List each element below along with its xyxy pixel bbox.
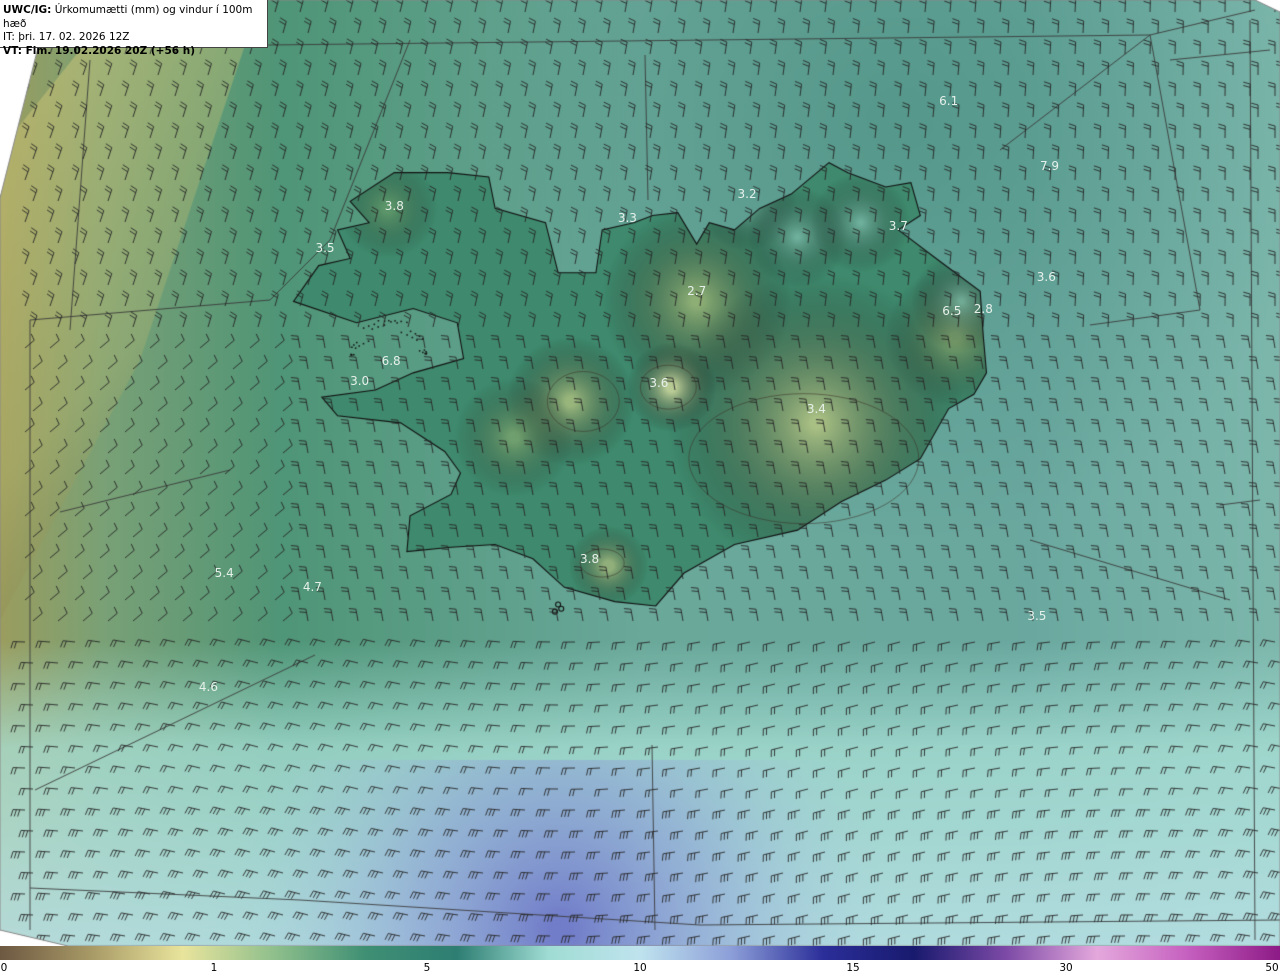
value-label: 4.7 <box>302 580 322 595</box>
value-label: 3.5 <box>1027 608 1047 623</box>
colorbar-legend: 0 1 5 10 15 30 50 <box>0 946 1280 978</box>
colorbar-gradient <box>0 946 1280 960</box>
value-label: 3.8 <box>580 551 600 566</box>
value-label: 3.2 <box>737 187 757 202</box>
value-label: 3.8 <box>384 198 404 213</box>
colorbar-tick-label: 30 <box>1059 962 1073 974</box>
value-label: 3.6 <box>649 375 669 390</box>
value-label: 6.5 <box>942 304 962 319</box>
value-label: 4.6 <box>198 680 218 695</box>
value-label: 3.7 <box>888 218 908 233</box>
colorbar-tick-label: 10 <box>633 962 647 974</box>
precipitation-wind-map <box>0 0 1280 946</box>
forecast-info-box: UWC/IG: Úrkomumætti (mm) og vindur í 100… <box>0 0 268 57</box>
value-label: 2.8 <box>973 301 993 316</box>
init-time: IT: þri. 17. 02. 2026 12Z <box>3 31 130 43</box>
colorbar-tick-label: 1 <box>210 962 218 974</box>
value-label: 3.3 <box>617 211 637 226</box>
value-label: 3.4 <box>806 401 826 416</box>
colorbar-tick-label: 5 <box>423 962 431 974</box>
colorbar-tick-label: 15 <box>846 962 860 974</box>
value-label: 3.0 <box>350 374 370 389</box>
value-label: 5.4 <box>214 566 234 581</box>
colorbar-tick-label: 0 <box>0 962 8 974</box>
value-label: 3.6 <box>1036 270 1056 285</box>
value-label: 2.7 <box>687 284 707 299</box>
value-label: 3.5 <box>315 241 335 256</box>
value-label: 6.8 <box>381 354 401 369</box>
model-name: UWC/IG: <box>3 4 52 16</box>
value-label: 6.1 <box>939 94 959 109</box>
colorbar-tick-label: 50 <box>1265 962 1279 974</box>
valid-time: VT: Fim. 19.02.2026 20Z (+56 h) <box>3 44 196 57</box>
value-label: 7.9 <box>1039 158 1060 173</box>
